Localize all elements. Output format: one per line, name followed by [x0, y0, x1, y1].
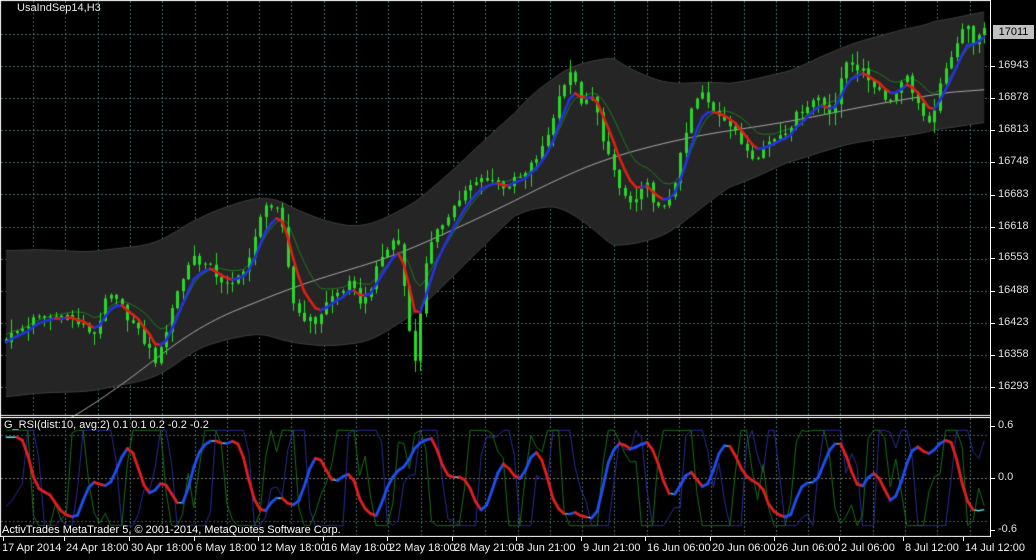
- price-tick: [991, 129, 995, 131]
- indicator-tick: [991, 425, 995, 427]
- indicator-tick: [991, 477, 995, 479]
- price-tick: [991, 97, 995, 99]
- price-axis[interactable]: 17011 16943 16878 16813 16748 16683 16618 1655…: [990, 0, 1036, 537]
- time-axis-label: 6 May 18:00: [196, 542, 257, 554]
- indicator-axis-label: 0.6: [998, 419, 1014, 431]
- time-tick: [581, 537, 582, 541]
- indicator-values: 0.1 0.1 0.2 -0.2 -0.2: [112, 419, 209, 431]
- price-axis-label: 16488: [998, 284, 1029, 296]
- time-tick: [387, 537, 388, 541]
- time-tick: [323, 537, 324, 541]
- price-tick: [991, 257, 995, 259]
- time-tick: [194, 537, 195, 541]
- time-axis-label: 12 May 18:00: [260, 542, 327, 554]
- time-axis-label: 2 Jul 06:00: [841, 542, 895, 554]
- indicator-chart-canvas[interactable]: [0, 417, 990, 537]
- price-axis-label: 16423: [998, 316, 1029, 328]
- indicator-name: G_RSI(dist:10, avg:2): [4, 419, 110, 431]
- price-axis-label: 16878: [998, 91, 1029, 103]
- indicator-header: G_RSI(dist:10, avg:2) 0.1 0.1 0.2 -0.2 -…: [4, 419, 209, 431]
- time-tick: [452, 537, 453, 541]
- current-price-tag: 17011: [993, 25, 1034, 39]
- price-axis-label: 16618: [998, 220, 1029, 232]
- price-axis-label: 16683: [998, 188, 1029, 200]
- price-axis-label: 16358: [998, 348, 1029, 360]
- price-axis-label: 16553: [998, 251, 1029, 263]
- status-copyright: ActivTrades MetaTrader 5, © 2001-2014, M…: [2, 524, 341, 536]
- price-axis-label: 16748: [998, 155, 1029, 167]
- time-tick: [710, 537, 711, 541]
- time-tick: [645, 537, 646, 541]
- indicator-axis-label: -0.6: [998, 523, 1017, 535]
- mt5-chart-window: UsaIndSep14,H3 G_RSI(dist:10, avg:2) 0.1…: [0, 0, 1036, 560]
- time-tick: [64, 537, 65, 541]
- time-tick: [516, 537, 517, 541]
- time-axis-label: 24 Apr 18:00: [66, 542, 129, 554]
- time-axis-label: 8 Jul 12:00: [905, 542, 959, 554]
- time-axis-label: 17 Apr 2014: [2, 542, 62, 554]
- time-tick: [903, 537, 904, 541]
- chart-symbol-title: UsaIndSep14,H3: [17, 2, 101, 14]
- price-tick: [991, 194, 995, 196]
- time-axis[interactable]: 17 Apr 2014 24 Apr 18:00 30 Apr 18:00 6 May…: [0, 537, 1036, 560]
- main-chart-canvas[interactable]: [0, 0, 990, 417]
- price-tick: [991, 322, 995, 324]
- price-tick: [991, 290, 995, 292]
- time-axis-label: 3 Jun 21:00: [518, 542, 576, 554]
- price-tick: [991, 354, 995, 356]
- time-tick: [3, 537, 4, 541]
- time-tick: [963, 537, 964, 541]
- time-axis-label: 28 May 21:00: [454, 542, 521, 554]
- price-axis-label: 16293: [998, 380, 1029, 392]
- time-axis-label: 20 Jun 06:00: [712, 542, 776, 554]
- indicator-axis-label: 0.0: [998, 471, 1014, 483]
- price-axis-label: 16943: [998, 59, 1029, 71]
- time-tick: [774, 537, 775, 541]
- time-axis-label: 30 Apr 18:00: [131, 542, 194, 554]
- time-axis-label: 9 Jun 21:00: [583, 542, 641, 554]
- time-tick: [258, 537, 259, 541]
- price-tick: [991, 386, 995, 388]
- price-tick: [991, 226, 995, 228]
- time-tick: [839, 537, 840, 541]
- time-tick: [129, 537, 130, 541]
- time-axis-label: 16 May 18:00: [325, 542, 392, 554]
- price-axis-label: 16813: [998, 123, 1029, 135]
- time-axis-label: 22 May 18:00: [389, 542, 456, 554]
- indicator-tick: [991, 529, 995, 531]
- time-axis-label: 14 Jul 12:00: [965, 542, 1025, 554]
- time-axis-label: 26 Jun 06:00: [776, 542, 840, 554]
- price-tick: [991, 65, 995, 67]
- time-axis-label: 16 Jun 06:00: [647, 542, 711, 554]
- price-tick: [991, 161, 995, 163]
